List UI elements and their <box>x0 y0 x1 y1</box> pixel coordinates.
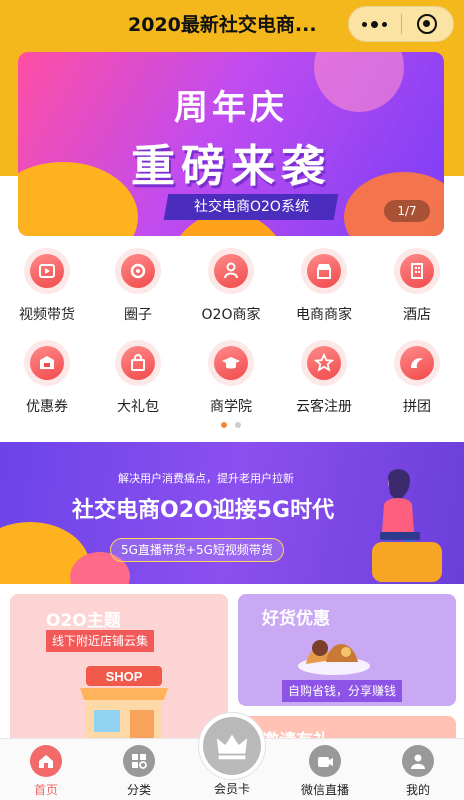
grid-item-video-goods[interactable]: 视频带货 <box>2 246 92 330</box>
card-tag: 线下附近店铺云集 <box>46 630 155 652</box>
grid-page-dots <box>221 422 241 428</box>
mini-program-capsule <box>348 6 454 42</box>
grid-item-gift-bag[interactable]: 大礼包 <box>93 338 183 422</box>
tab-label: 我的 <box>405 783 430 797</box>
banner-page-indicator: 1/7 <box>384 200 430 222</box>
tab-mine[interactable]: 我的 <box>378 745 458 800</box>
tab-home[interactable]: 首页 <box>6 745 86 800</box>
tab-label: 分类 <box>126 783 151 797</box>
card-title: 好货优惠 <box>262 609 330 629</box>
star-badge-icon <box>307 346 341 380</box>
grid-item-label: 视频带货 <box>19 307 75 323</box>
grid-item-cloud-register[interactable]: 云客注册 <box>279 338 369 422</box>
grid-item-ecommerce-merchant[interactable]: 电商商家 <box>279 246 369 330</box>
grid-item-label: 大礼包 <box>117 399 159 415</box>
graduation-cap-icon <box>214 346 248 380</box>
grid-item-o2o-merchant[interactable]: O2O商家 <box>186 246 276 330</box>
grid-item-label: 优惠券 <box>26 399 68 415</box>
more-dots-icon[interactable] <box>349 7 401 41</box>
user-icon <box>402 745 434 777</box>
circle-icon <box>121 254 155 288</box>
page-title: 2020最新社交电商... <box>128 14 317 36</box>
crown-icon <box>203 717 261 775</box>
banner-ribbon-text: 社交电商O2O系统 <box>193 199 309 215</box>
promo-banner[interactable]: 解决用户消费痛点，提升老用户拉新 社交电商O2O迎接5G时代 5G直播带货+5G… <box>0 442 464 584</box>
target-close-icon[interactable] <box>401 7 453 41</box>
grid-item-label: 云客注册 <box>296 399 352 415</box>
grid-item-label: 酒店 <box>403 307 431 323</box>
banner-headline-large: 重磅来袭 <box>131 141 331 192</box>
card-tag: 自购省钱，分享赚钱 <box>282 680 403 702</box>
promo-title: 社交电商O2O迎接5G时代 <box>72 498 335 523</box>
card-good-deals[interactable]: 好货优惠 自购省钱，分享赚钱 <box>238 594 456 706</box>
person-icon <box>214 254 248 288</box>
hero-banner[interactable]: 周年庆 重磅来袭 社交电商O2O系统 1/7 <box>18 52 444 236</box>
tab-category[interactable]: 分类 <box>99 745 179 800</box>
shop-icon <box>307 254 341 288</box>
grid-item-label: 电商商家 <box>296 307 352 323</box>
nav-header: 2020最新社交电商... <box>0 0 464 48</box>
tab-label: 微信直播 <box>300 783 349 797</box>
shop-sign-text: SHOP <box>106 669 143 684</box>
tab-label: 会员卡 <box>213 782 250 796</box>
card-title: O2O主题 <box>46 611 121 631</box>
grid-item-label: 商学院 <box>210 399 252 415</box>
grid-item-label: 拼团 <box>403 399 431 415</box>
tab-member-card[interactable] <box>198 712 266 780</box>
live-icon <box>309 745 341 777</box>
coupon-icon <box>30 346 64 380</box>
grid-item-business-school[interactable]: 商学院 <box>186 338 276 422</box>
grid-item-label: 圈子 <box>124 307 152 323</box>
gift-bag-icon <box>121 346 155 380</box>
page-dot-active <box>221 422 227 428</box>
tab-wechat-live[interactable]: 微信直播 <box>285 745 365 800</box>
grid-item-circle[interactable]: 圈子 <box>93 246 183 330</box>
group-buy-icon <box>400 346 434 380</box>
video-goods-icon <box>30 254 64 288</box>
promo-pill: 5G直播带货+5G短视频带货 <box>110 538 284 562</box>
page-dot <box>235 422 241 428</box>
promo-subtitle: 解决用户消费痛点，提升老用户拉新 <box>118 472 294 485</box>
grid-item-coupon[interactable]: 优惠券 <box>2 338 92 422</box>
grid-item-hotel[interactable]: 酒店 <box>372 246 462 330</box>
grid-item-label: O2O商家 <box>201 307 261 323</box>
tab-label: 首页 <box>33 783 58 797</box>
hotel-icon <box>400 254 434 288</box>
food-plate-illustration-icon <box>298 640 370 675</box>
home-icon <box>30 745 62 777</box>
banner-headline: 周年庆 <box>174 88 288 128</box>
banner-ribbon: 社交电商O2O系统 <box>163 194 339 220</box>
promo-coins-decor <box>372 542 442 582</box>
grid-item-group-buy[interactable]: 拼团 <box>372 338 462 422</box>
category-icon <box>123 745 155 777</box>
